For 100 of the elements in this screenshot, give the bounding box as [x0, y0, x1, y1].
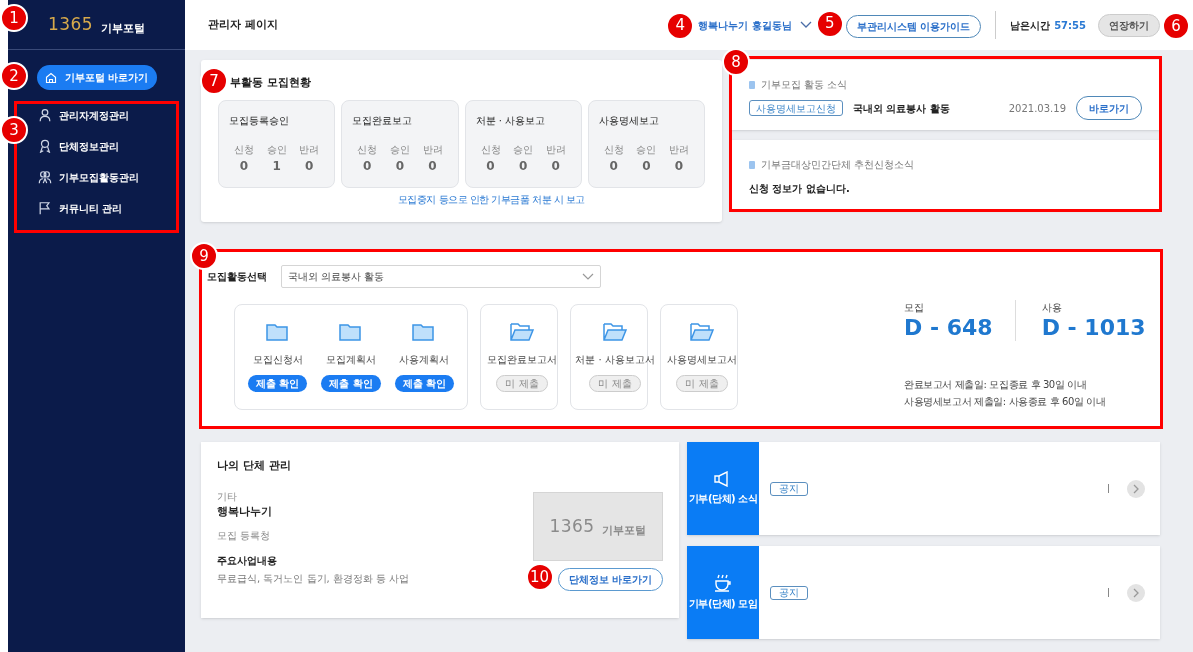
- business-description: 무료급식, 독거노인 돕기, 환경정화 등 사업: [217, 572, 411, 586]
- user-menu[interactable]: 행복나누기 홍길동님: [698, 17, 812, 33]
- open-folder-icon: [509, 322, 535, 342]
- stat-value: 0: [674, 157, 684, 175]
- stat-label: 승인: [636, 142, 657, 157]
- logo-text: 기부포털: [602, 522, 647, 539]
- home-icon: [44, 71, 57, 84]
- document-name: 사용명세보고서: [667, 353, 737, 367]
- document-name: 처분 · 사용보고서: [575, 353, 655, 367]
- folder-icon: [412, 322, 437, 342]
- news-title: 기부모집 활동 소식: [761, 78, 848, 92]
- annotation-marker: 7: [200, 67, 228, 95]
- d-day-value: D - 648: [904, 315, 993, 341]
- category-tag: 사용명세보고신청: [749, 100, 843, 116]
- board-label: 기부(단체) 모임: [688, 597, 758, 611]
- d-day-value: D - 1013: [1041, 315, 1146, 341]
- organization-name: 행복나누기: [217, 503, 273, 520]
- stat-value: 0: [363, 157, 372, 175]
- document-name: 모집완료보고서: [487, 353, 557, 367]
- open-folder-icon: [602, 322, 628, 342]
- annotation-marker: 2: [0, 62, 28, 90]
- stat-label: 승인: [389, 142, 410, 157]
- annotation-marker: 6: [1162, 12, 1190, 40]
- info-icon: [749, 80, 755, 89]
- news-title: 기부금대상민간단체 추천신청소식: [761, 158, 915, 172]
- award-icon: [38, 139, 52, 153]
- sidebar-menu-item[interactable]: 관리자계정관리: [38, 106, 185, 124]
- page-title: 관리자 페이지: [208, 16, 278, 33]
- sidebar-menu-item[interactable]: 기부모집활동관리: [38, 168, 185, 186]
- stat-value: 0: [551, 157, 560, 175]
- status-group-title: 모집완료보고: [352, 113, 414, 128]
- submission-status: 미 제출: [496, 375, 548, 392]
- organization-category: 기타: [217, 489, 238, 504]
- annotation-marker: 4: [666, 11, 695, 40]
- business-label: 주요사업내용: [217, 554, 278, 568]
- status-group-title: 사용명세보고: [598, 113, 660, 128]
- extend-button[interactable]: 연장하기: [1098, 13, 1160, 37]
- next-button[interactable]: [1127, 583, 1145, 602]
- deadline-note: 완료보고서 제출일: 모집종료 후 30일 이내: [904, 378, 1088, 392]
- sidebar-menu-item[interactable]: 단체정보관리: [38, 137, 185, 155]
- portal-shortcut-button[interactable]: 기부포털 바로가기: [36, 65, 157, 90]
- stat-label: 반려: [299, 142, 320, 157]
- stat-value: 1: [272, 157, 281, 175]
- open-folder-icon: [689, 322, 715, 342]
- document-name: 사용계획서: [399, 353, 450, 367]
- annotation-marker: 5: [815, 9, 844, 38]
- stat-value: 0: [609, 157, 618, 175]
- stat-value: 0: [305, 157, 314, 175]
- submission-status: 제출 확인: [247, 375, 308, 392]
- chevron-down-icon: [799, 21, 812, 29]
- coffee-cup-icon: [713, 574, 733, 592]
- submission-status: 미 제출: [676, 375, 728, 392]
- remaining-time: 57:55: [1054, 18, 1086, 33]
- info-icon: [749, 160, 755, 169]
- document-name: 모집신청서: [252, 353, 303, 367]
- logo-number: 1365: [48, 12, 93, 36]
- d-day-label: 모집: [904, 301, 925, 315]
- annotation-marker: 1: [0, 4, 28, 32]
- stat-label: 반려: [669, 142, 689, 157]
- chevron-right-icon: [1133, 587, 1139, 598]
- chevron-right-icon: [1133, 483, 1139, 494]
- logo-text: 기부포털: [101, 20, 145, 37]
- stat-label: 승인: [266, 142, 287, 157]
- status-group-title: 처분 · 사용보고: [475, 113, 547, 128]
- person-icon: [38, 108, 52, 122]
- remaining-time-label: 남은시간: [1010, 18, 1051, 33]
- submission-status: 미 제출: [589, 375, 641, 392]
- stat-label: 반려: [422, 142, 443, 157]
- next-button[interactable]: [1127, 479, 1145, 498]
- select-label: 모집활동선택: [207, 270, 267, 284]
- annotation-marker: 10: [525, 563, 554, 591]
- card-title: 나의 단체 관리: [217, 458, 292, 474]
- sidebar-menu-item[interactable]: 커뮤니티 관리: [38, 199, 185, 217]
- news-subject: 국내외 의료봉사 활동: [853, 101, 950, 116]
- people-icon: [38, 170, 52, 184]
- board-label: 기부(단체) 소식: [688, 492, 758, 506]
- document-name: 모집계획서: [326, 353, 376, 367]
- submission-status: 제출 확인: [394, 375, 455, 392]
- submission-status: 제출 확인: [321, 375, 381, 392]
- logo-number: 1365: [549, 514, 595, 538]
- card-title: 부활동 모집현황: [230, 75, 312, 91]
- stat-value: 0: [428, 157, 437, 175]
- stat-value: 0: [486, 157, 495, 175]
- d-day-label: 사용: [1041, 301, 1063, 315]
- stat-value: 0: [518, 157, 528, 175]
- news-date: 2021.03.19: [1008, 101, 1066, 116]
- chevron-down-icon: [582, 272, 594, 281]
- activity-select[interactable]: 국내외 의료봉사 활동: [281, 265, 601, 288]
- stat-label: 신청: [357, 142, 378, 157]
- empty-message: 신청 정보가 없습니다.: [749, 182, 851, 196]
- folder-icon: [339, 322, 363, 342]
- flag-icon: [38, 201, 52, 215]
- stat-value: 0: [642, 157, 651, 175]
- stat-label: 신청: [603, 142, 624, 157]
- deadline-note: 사용명세보고서 제출일: 사용종료 후 60일 이내: [904, 395, 1107, 409]
- stat-value: 0: [395, 157, 405, 175]
- folder-icon: [265, 322, 290, 342]
- organization-status: 모집 등록청: [217, 529, 272, 543]
- stat-label: 신청: [234, 142, 254, 157]
- footnote: 모집중지 등으로 인한 기부금품 처분 시 보고: [397, 192, 585, 207]
